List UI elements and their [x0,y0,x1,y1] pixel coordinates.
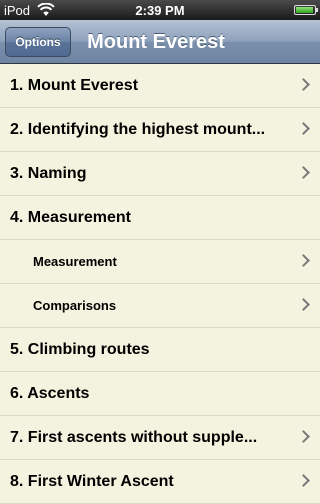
clock-time: 2:39 PM [135,3,185,18]
list-item[interactable]: 4. Measurement [0,196,320,240]
chevron-right-icon [297,166,310,179]
list-subitem-label: Measurement [33,254,117,269]
list-item-label: 6. Ascents [10,385,90,402]
list-subitem[interactable]: Measurement [0,240,320,284]
chevron-right-icon [297,254,310,267]
list-item[interactable]: 6. Ascents [0,372,320,416]
navigation-bar: Options Mount Everest [0,20,320,64]
list-item-label: 3. Naming [10,165,87,182]
list-item-label: 8. First Winter Ascent [10,473,174,490]
status-bar: iPod 2:39 PM [0,0,320,20]
list-item[interactable]: 7. First ascents without supple... [0,416,320,460]
page-title: Mount Everest [76,20,310,64]
battery-level [296,7,314,13]
list-subitem-label: Comparisons [33,298,117,313]
list-item[interactable]: 3. Naming [0,152,320,196]
options-button[interactable]: Options [5,27,71,57]
battery-icon [294,5,318,15]
list-item-label: 2. Identifying the highest mount... [10,121,266,138]
chevron-right-icon [297,298,310,311]
chevron-right-icon [297,474,310,487]
list-item[interactable]: 1. Mount Everest [0,64,320,108]
list-item-label: 1. Mount Everest [10,77,139,94]
list-item[interactable]: 5. Climbing routes [0,328,320,372]
page-title-text: Mount Everest [87,31,225,53]
list-item-label: 5. Climbing routes [10,341,150,358]
list-item[interactable]: 2. Identifying the highest mount... [0,108,320,152]
list-subitem[interactable]: Comparisons [0,284,320,328]
chevron-right-icon [297,122,310,135]
list-item[interactable]: 8. First Winter Ascent [0,460,320,504]
chapter-list: 1. Mount Everest 2. Identifying the high… [0,64,320,504]
chevron-right-icon [297,78,310,91]
list-item-label: 4. Measurement [10,209,131,226]
list-item-label: 7. First ascents without supple... [10,429,258,446]
battery-tip [316,8,318,12]
chevron-right-icon [297,430,310,443]
